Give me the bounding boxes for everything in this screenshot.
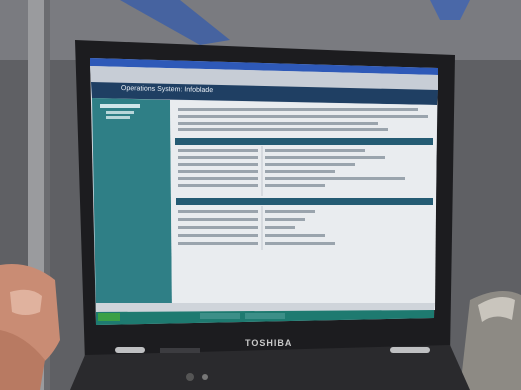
content-line xyxy=(178,226,258,229)
content-line xyxy=(178,156,258,159)
content-line xyxy=(178,115,428,118)
content-section-header xyxy=(175,138,433,145)
content-line xyxy=(265,156,385,159)
hinge-highlight-left xyxy=(115,347,145,353)
content-line xyxy=(178,218,258,221)
taskbar-window-button xyxy=(200,313,240,319)
content-line xyxy=(178,128,388,131)
content-line xyxy=(265,242,335,245)
content-line xyxy=(178,122,378,125)
sidebar-item xyxy=(100,104,140,108)
sidebar-item xyxy=(106,116,130,119)
hinge-highlight xyxy=(390,347,430,353)
content-line xyxy=(265,226,295,229)
content-line xyxy=(265,149,365,152)
content-line xyxy=(265,234,325,237)
photo-scene xyxy=(0,0,521,390)
content-line xyxy=(178,163,258,166)
taskbar-window-button xyxy=(245,313,285,319)
content-line xyxy=(178,210,258,213)
content-line xyxy=(178,184,258,187)
indicator-light xyxy=(202,374,208,380)
content-line xyxy=(178,242,258,245)
power-button xyxy=(186,373,194,381)
status-led-bar xyxy=(160,348,200,353)
content-line xyxy=(178,234,258,237)
content-line xyxy=(178,108,418,111)
thumb-nail xyxy=(10,289,42,315)
content-line xyxy=(265,184,325,187)
content-line xyxy=(265,210,315,213)
content-line xyxy=(178,177,258,180)
content-line xyxy=(178,149,258,152)
content-section-header xyxy=(176,198,433,205)
laptop-brand-logo: TOSHIBA xyxy=(245,338,293,348)
content-line xyxy=(265,218,305,221)
content-line xyxy=(265,177,405,180)
content-line xyxy=(178,170,258,173)
sidebar-item xyxy=(106,111,134,114)
content-line xyxy=(265,170,335,173)
content-line xyxy=(265,163,355,166)
taskbar-start-button xyxy=(98,313,120,321)
screen-sidebar xyxy=(92,98,172,312)
